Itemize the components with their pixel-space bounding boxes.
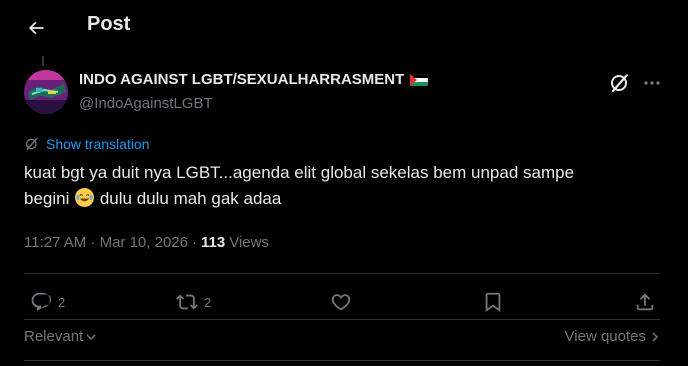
repost-icon [176,294,198,310]
author-name-row: INDO AGAINST LGBT/SEXUALHARRASMENT [79,71,429,88]
reply-icon [31,292,52,311]
post-text-before-emoji: begini [24,189,70,208]
heart-icon [331,294,351,311]
share-button[interactable] [634,286,656,318]
chevron-down-icon [86,333,96,340]
repost-count: 2 [204,294,212,310]
show-translation-label: Show translation [46,136,150,152]
replies-footer: Relevant View quotes [24,328,660,348]
divider-top [24,273,660,274]
page-header: Post [0,0,688,54]
divider-footer [24,360,660,361]
meta-separator: · [191,234,197,251]
grok-icon [611,73,629,93]
like-button[interactable] [330,286,358,318]
share-icon [636,293,654,311]
view-quotes-label: View quotes [564,328,646,345]
tears-of-joy-emoji-icon [75,188,95,207]
repost-button[interactable]: 2 [176,286,211,318]
post-text-line-1: kuat bgt ya duit nya LGBT...agenda elit … [24,163,575,182]
back-button[interactable] [20,12,52,44]
views-label: Views [229,234,269,251]
more-options-button[interactable] [640,71,664,95]
page-title: Post [87,13,131,35]
post-text: kuat bgt ya duit nya LGBT...agenda elit … [24,160,664,212]
divider-bottom [24,319,660,320]
translate-grok-icon [26,137,38,151]
author-display-name[interactable]: INDO AGAINST LGBT/SEXUALHARRASMENT [79,71,404,88]
thread-connector [42,56,44,66]
post-timestamp[interactable]: 11:27 AM · Mar 10, 2026 [24,234,188,251]
post-text-line-2: begini dulu dulu mah gak adaa [24,186,664,212]
post-actions: 2 2 [24,286,660,318]
sort-replies-label: Relevant [24,328,84,345]
arrow-left-icon [28,21,44,35]
chevron-right-icon [652,331,659,342]
bookmark-button[interactable] [482,286,504,318]
views-count: 113 [200,234,226,251]
view-quotes-link[interactable]: View quotes [565,328,660,345]
sort-replies-dropdown[interactable]: Relevant [24,328,97,345]
bookmark-icon [485,292,501,313]
more-horizontal-icon [644,81,660,85]
palestine-flag-icon [410,73,429,86]
post-text-after-emoji: dulu dulu mah gak adaa [99,189,282,208]
show-translation-button[interactable]: Show translation [24,136,150,152]
reply-count: 2 [58,294,66,310]
avatar-image [24,70,68,114]
post-meta: 11:27 AM · Mar 10, 2026 · 113 Views [24,234,269,251]
reply-button[interactable]: 2 [30,286,65,318]
author-handle[interactable]: @IndoAgainstLGBT [79,95,213,112]
grok-button[interactable] [608,71,632,95]
avatar[interactable] [24,70,68,114]
